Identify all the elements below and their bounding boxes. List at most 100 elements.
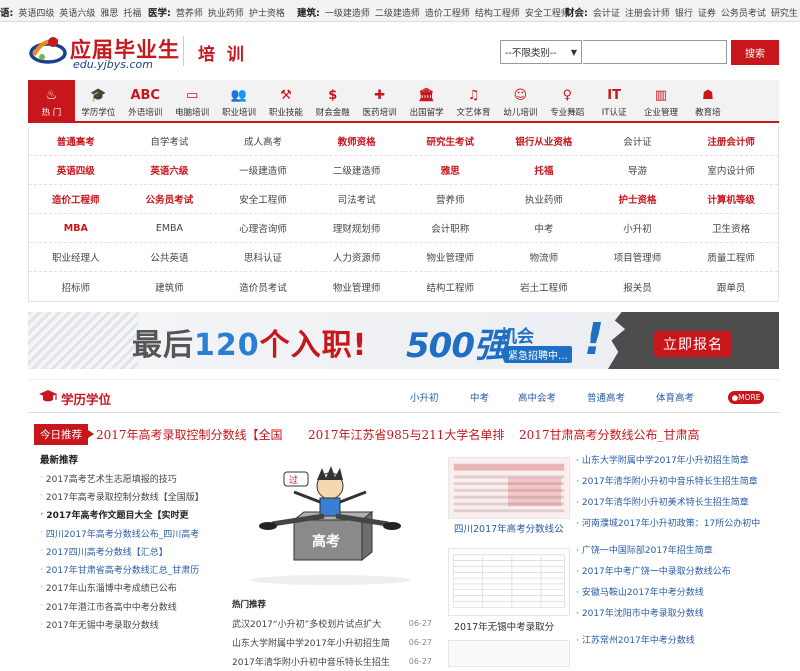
hot-exam-link[interactable]: 会计证 bbox=[591, 127, 685, 155]
hot-exam-link[interactable]: 建筑师 bbox=[123, 272, 217, 301]
list-item[interactable]: 2017年甘肃省高考分数线汇总_甘肃历 bbox=[40, 560, 220, 578]
hot-exam-link[interactable]: 托福 bbox=[497, 156, 591, 184]
hot-exam-link[interactable]: 心理咨询师 bbox=[216, 214, 310, 242]
list-item[interactable]: 2017年高考录取控制分数线【全国版】 bbox=[40, 487, 220, 505]
hot-exam-link[interactable]: MBA bbox=[29, 214, 123, 242]
hot-exam-link[interactable]: 营养师 bbox=[404, 185, 498, 213]
category-nav-item[interactable]: ABC 外语培训 bbox=[122, 80, 169, 121]
topbar-link[interactable]: 会计证 bbox=[593, 6, 620, 19]
today-link[interactable]: 2017甘肃高考分数线公布_甘肃高 bbox=[519, 426, 700, 443]
list-item[interactable]: 2017年无锡中考录取分数线 bbox=[40, 615, 220, 633]
topbar-link[interactable]: 银行 bbox=[675, 6, 693, 19]
list-item[interactable]: 武汉2017“小升初”多校划片试点扩大 06-27 bbox=[232, 614, 432, 633]
list-item[interactable]: 2017年沈阳市中考录取分数线 bbox=[576, 608, 779, 621]
hot-exam-link[interactable]: 英语六级 bbox=[123, 156, 217, 184]
topbar-link[interactable]: 结构工程师 bbox=[475, 6, 520, 19]
topbar-link[interactable]: 安全工程师 bbox=[525, 6, 570, 19]
topbar-link[interactable]: 英语六级 bbox=[59, 6, 95, 19]
hot-exam-link[interactable]: 质量工程师 bbox=[684, 243, 778, 271]
hot-exam-link[interactable]: 物流师 bbox=[497, 243, 591, 271]
image-caption[interactable]: 2017年无锡中考录取分 bbox=[454, 619, 554, 633]
gaokao-cartoon-image[interactable]: 高考 过 bbox=[232, 458, 427, 588]
topbar-link[interactable]: 造价工程师 bbox=[425, 6, 470, 19]
hot-exam-link[interactable]: 项目管理师 bbox=[591, 243, 685, 271]
hot-exam-link[interactable]: 招标师 bbox=[29, 272, 123, 301]
hot-exam-link[interactable]: 人力资源师 bbox=[310, 243, 404, 271]
hot-exam-link[interactable]: 卫生资格 bbox=[684, 214, 778, 242]
hot-exam-link[interactable]: EMBA bbox=[123, 214, 217, 242]
category-nav-item[interactable]: ☺ 幼儿培训 bbox=[497, 80, 544, 121]
hot-exam-link[interactable]: 导游 bbox=[591, 156, 685, 184]
category-nav-item[interactable]: 👥 职业培训 bbox=[216, 80, 263, 121]
register-now-button[interactable]: 立即报名 bbox=[654, 331, 732, 357]
topbar-link[interactable]: 公务员考试 bbox=[721, 6, 766, 19]
search-input[interactable] bbox=[583, 40, 727, 64]
hot-exam-link[interactable]: 计算机等级 bbox=[684, 185, 778, 213]
list-item[interactable]: 江苏常州2017年中考分数线 bbox=[576, 635, 779, 648]
topbar-link[interactable]: 执业药师 bbox=[208, 6, 244, 19]
tab-huikao[interactable]: 高中会考 bbox=[518, 390, 556, 404]
hot-exam-link[interactable]: 护士资格 bbox=[591, 185, 685, 213]
topbar-link[interactable]: 雅思 bbox=[100, 6, 118, 19]
category-nav-item[interactable]: ☗ 教育培 bbox=[684, 80, 731, 121]
hot-exam-link[interactable]: 思科认证 bbox=[216, 243, 310, 271]
hot-exam-link[interactable]: 成人高考 bbox=[216, 127, 310, 155]
hot-exam-link[interactable]: 公共英语 bbox=[123, 243, 217, 271]
list-item[interactable]: 2017四川高考分数线【汇总】 bbox=[40, 542, 220, 560]
hot-exam-link[interactable]: 二级建造师 bbox=[310, 156, 404, 184]
category-nav-item[interactable]: 🏛 出国留学 bbox=[403, 80, 450, 121]
list-item[interactable]: 2017年清华附小升初中音乐特长生招生简章 bbox=[576, 476, 779, 489]
hot-exam-link[interactable]: 会计职称 bbox=[404, 214, 498, 242]
hot-exam-link[interactable]: 岩土工程师 bbox=[497, 272, 591, 301]
tab-zhongkao[interactable]: 中考 bbox=[470, 390, 489, 404]
hot-exam-link[interactable]: 物业管理师 bbox=[310, 272, 404, 301]
hot-exam-link[interactable]: 一级建造师 bbox=[216, 156, 310, 184]
today-link[interactable]: 2017年高考录取控制分数线【全国 bbox=[96, 426, 283, 443]
topbar-link[interactable]: 营养师 bbox=[176, 6, 203, 19]
hot-exam-link[interactable]: 跟单员 bbox=[684, 272, 778, 301]
hot-exam-link[interactable]: 银行从业资格 bbox=[497, 127, 591, 155]
hot-exam-link[interactable]: 英语四级 bbox=[29, 156, 123, 184]
more-button[interactable]: ● MORE bbox=[728, 391, 764, 404]
logo-swirl-icon[interactable] bbox=[28, 33, 68, 67]
category-nav-item[interactable]: ♀ 专业舞蹈 bbox=[544, 80, 591, 121]
hot-exam-link[interactable]: 理财规划师 bbox=[310, 214, 404, 242]
category-nav-item[interactable]: ⚒ 职业技能 bbox=[262, 80, 309, 121]
list-item[interactable]: 山东大学附属中学2017年小升初招生简 06-27 bbox=[232, 633, 432, 652]
topbar-link[interactable]: 一级建造师 bbox=[325, 6, 370, 19]
list-item[interactable]: 2017年清华附小升初美术特长生招生简章 bbox=[576, 497, 779, 510]
category-nav-item[interactable]: ♨ 热 门 bbox=[28, 80, 75, 121]
category-nav-item[interactable]: ▥ 企业管理 bbox=[638, 80, 685, 121]
list-item[interactable]: 四川2017年高考分数线公布_四川高考 bbox=[40, 524, 220, 542]
topbar-link[interactable]: 护士资格 bbox=[249, 6, 285, 19]
hot-exam-link[interactable]: 执业药师 bbox=[497, 185, 591, 213]
hot-exam-link[interactable]: 职业经理人 bbox=[29, 243, 123, 271]
hot-exam-link[interactable]: 报关员 bbox=[591, 272, 685, 301]
wuxi-score-table-image[interactable] bbox=[448, 548, 570, 616]
promo-banner[interactable]: 最后120个入职! 500强 机会 紧急招聘中… ! 立即报名 bbox=[28, 312, 779, 369]
list-item[interactable]: 2017年潜江市各高中中考分数线 bbox=[40, 597, 220, 615]
search-button[interactable]: 搜索 bbox=[731, 40, 779, 65]
list-item[interactable]: 2017年高考作文题目大全【实时更 bbox=[40, 506, 220, 524]
category-nav-item[interactable]: 🎓 学历学位 bbox=[75, 80, 122, 121]
hot-exam-link[interactable]: 司法考试 bbox=[310, 185, 404, 213]
topbar-link[interactable]: 二级建造师 bbox=[375, 6, 420, 19]
list-item[interactable]: 山东大学附属中学2017年小升初招生简章 bbox=[576, 455, 779, 468]
topbar-link[interactable]: 英语四级 bbox=[18, 6, 54, 19]
topbar-link[interactable]: 托福 bbox=[123, 6, 141, 19]
list-item[interactable]: 广饶一中国际部2017年招生简章 bbox=[576, 545, 779, 558]
hot-exam-link[interactable]: 物业管理师 bbox=[404, 243, 498, 271]
hot-exam-link[interactable]: 公务员考试 bbox=[123, 185, 217, 213]
category-nav-item[interactable]: IT IT认证 bbox=[591, 80, 638, 121]
category-nav-item[interactable]: $ 财会金融 bbox=[309, 80, 356, 121]
search-category-select[interactable]: --不限类别-- ▼ bbox=[500, 40, 582, 64]
category-nav-item[interactable]: ✚ 医药培训 bbox=[356, 80, 403, 121]
hot-exam-link[interactable]: 造价工程师 bbox=[29, 185, 123, 213]
tab-putong-gaokao[interactable]: 普通高考 bbox=[587, 390, 625, 404]
list-item[interactable]: 2017高考艺术生志愿填报的技巧 bbox=[40, 469, 220, 487]
list-item[interactable]: 2017年山东淄博中考成绩已公布 bbox=[40, 579, 220, 597]
hot-exam-link[interactable]: 雅思 bbox=[404, 156, 498, 184]
hot-exam-link[interactable]: 教师资格 bbox=[310, 127, 404, 155]
tab-xiaoshengchu[interactable]: 小升初 bbox=[410, 390, 439, 404]
topbar-link[interactable]: 研究生 bbox=[771, 6, 798, 19]
